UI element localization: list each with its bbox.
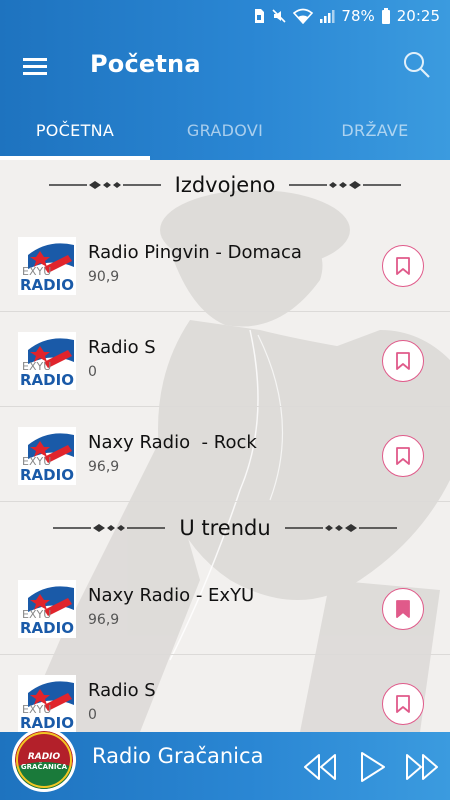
station-frequency: 96,9 [88,459,120,475]
status-bar: 78% 20:25 [0,0,450,32]
tab-drzave[interactable]: DRŽAVE [300,100,450,160]
rewind-icon [304,754,336,780]
signal-icon [319,8,335,24]
clock: 20:25 [396,7,440,25]
section-title: U trendu [179,516,271,540]
page-title: Početna [90,50,201,78]
rewind-button[interactable] [302,750,338,784]
station-name: Naxy Radio - ExYU [88,585,255,606]
station-frequency: 0 [88,364,97,380]
tab-pocetna[interactable]: POČETNA [0,100,150,160]
list-item[interactable]: EXYU RADIO Naxy Radio - ExYU 96,9 [0,560,450,655]
bookmark-filled-icon [396,600,410,618]
tab-bar: POČETNA GRADOVI DRŽAVE [0,100,450,160]
battery-percent: 78% [341,7,375,25]
station-frequency: 90,9 [88,269,120,285]
sim-icon [253,8,265,24]
play-button[interactable] [354,750,390,784]
fast-forward-icon [406,754,438,780]
bookmark-outline-icon [396,447,410,465]
station-logo: EXYU RADIO [18,427,76,485]
player-logo-text-1: RADIO [28,752,61,762]
bookmark-outline-icon [396,695,410,713]
station-frequency: 0 [88,707,97,723]
station-list[interactable]: Izdvojeno EXYU RADIO Radio Pingvin - Dom… [0,160,450,732]
station-name: Radio S [88,680,156,701]
fast-forward-button[interactable] [404,750,440,784]
station-logo: EXYU RADIO [18,332,76,390]
bookmark-button[interactable] [382,683,424,725]
section-header-u-trendu: U trendu [0,503,450,553]
section-title: Izdvojeno [174,173,276,197]
list-item[interactable]: EXYU RADIO Radio Pingvin - Domaca 90,9 [0,217,450,312]
logo-text-radio: RADIO [20,371,74,389]
now-playing-station: Radio Gračanica [92,744,264,768]
mute-icon [271,8,287,24]
app-bar: Početna [0,32,450,100]
logo-text-radio: RADIO [20,276,74,294]
bookmark-button[interactable] [382,340,424,382]
section-header-izdvojeno: Izdvojeno [0,160,450,210]
app-root: 78% 20:25 Početna POČETNA GRADOVI DRŽAVE [0,0,450,800]
list-item[interactable]: EXYU RADIO Radio S 0 [0,312,450,407]
ornament-left-icon [53,524,166,532]
status-icons: 78% 20:25 [253,6,440,26]
bookmark-outline-icon [396,257,410,275]
station-logo: EXYU RADIO [18,675,76,732]
station-logo: EXYU RADIO [18,580,76,638]
wifi-icon [293,8,314,24]
player-station-logo[interactable]: RADIO GRAČANICA [12,728,76,792]
top-header: 78% 20:25 Početna POČETNA GRADOVI DRŽAVE [0,0,450,160]
ornament-right-icon [284,524,397,532]
bookmark-button[interactable] [382,245,424,287]
list-item[interactable]: EXYU RADIO Radio S 0 [0,655,450,732]
station-name: Radio Pingvin - Domaca [88,242,302,263]
player-logo-text-2: GRAČANICA [21,762,68,771]
battery-icon [381,8,391,24]
search-icon[interactable] [402,50,432,80]
station-name: Radio S [88,337,156,358]
list-item[interactable]: EXYU RADIO Naxy Radio - Rock 96,9 [0,407,450,502]
bookmark-outline-icon [396,352,410,370]
logo-text-radio: RADIO [20,619,74,637]
ornament-right-icon [289,181,402,189]
station-logo: EXYU RADIO [18,237,76,295]
hamburger-menu-icon[interactable] [18,52,52,80]
tab-gradovi[interactable]: GRADOVI [150,100,300,160]
bookmark-button[interactable] [382,435,424,477]
logo-text-radio: RADIO [20,466,74,484]
ornament-left-icon [48,181,161,189]
play-icon [361,752,385,782]
bookmark-button[interactable] [382,588,424,630]
station-frequency: 96,9 [88,612,120,628]
station-name: Naxy Radio - Rock [88,432,257,453]
mini-player[interactable]: RADIO GRAČANICA Radio Gračanica [0,728,450,800]
